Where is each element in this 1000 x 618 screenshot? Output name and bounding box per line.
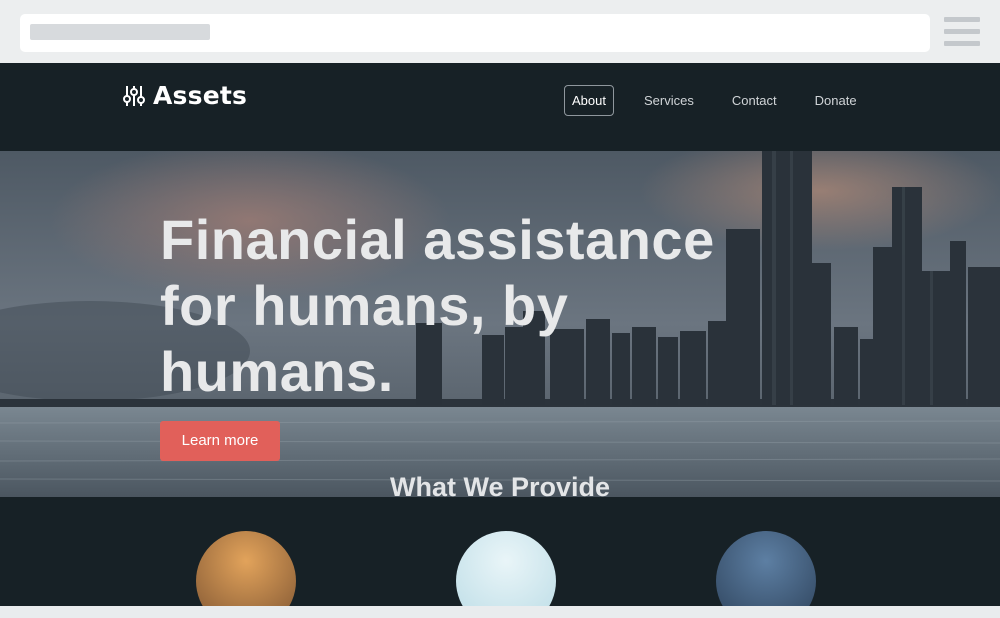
service-image-1[interactable] (196, 531, 296, 606)
service-image-3[interactable] (716, 531, 816, 606)
learn-more-button[interactable]: Learn more (160, 421, 280, 461)
hamburger-menu-icon[interactable] (944, 17, 980, 47)
nav-link-about[interactable]: About (564, 85, 614, 116)
brand-name: Assets (153, 81, 248, 110)
browser-bottom-edge (0, 606, 1000, 618)
nav-link-donate[interactable]: Donate (807, 85, 865, 116)
address-bar[interactable] (20, 14, 930, 52)
brand-logo[interactable]: Assets (123, 81, 247, 110)
hero-headline: Financial assistance for humans, by huma… (160, 208, 715, 403)
service-image-2[interactable] (456, 531, 556, 606)
address-bar-placeholder (30, 24, 210, 40)
website: Assets About Services Contact Donate Fin… (0, 63, 1000, 606)
hero-banner: Financial assistance for humans, by huma… (0, 151, 1000, 497)
sliders-icon (123, 85, 145, 106)
nav-link-services[interactable]: Services (636, 85, 702, 116)
section-title: What We Provide (389, 472, 611, 502)
site-navbar: Assets About Services Contact Donate (0, 63, 1000, 151)
browser-chrome (0, 0, 1000, 63)
nav-link-contact[interactable]: Contact (724, 85, 785, 116)
main-nav: About Services Contact Donate (564, 85, 887, 116)
